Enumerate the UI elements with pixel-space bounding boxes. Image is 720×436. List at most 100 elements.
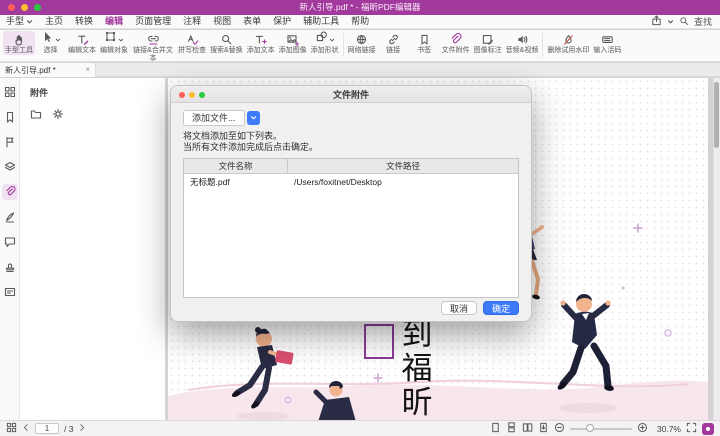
tool-add-shape[interactable]: 添加形状	[309, 31, 341, 55]
guide-icon[interactable]	[702, 423, 714, 435]
link-icon	[387, 32, 400, 46]
column-header-file-path: 文件路径	[288, 159, 518, 173]
bookmark-icon	[418, 32, 431, 46]
menu-comment[interactable]: 注释	[177, 15, 207, 28]
remove-watermark-icon	[562, 32, 575, 46]
stamps-panel-icon[interactable]	[2, 259, 18, 275]
search-icon[interactable]	[679, 16, 689, 28]
tool-edit-text[interactable]: 编辑文本	[66, 31, 98, 55]
page-thumbnails-icon[interactable]	[6, 422, 17, 435]
dialog-title: 文件附件	[333, 88, 369, 101]
dialog-close-button[interactable]	[179, 92, 185, 98]
scroll-view-icon[interactable]	[538, 422, 549, 435]
vertical-scrollbar[interactable]	[713, 78, 720, 420]
zoom-level-label: 30.7%	[653, 424, 681, 434]
image-annotation-icon	[481, 32, 494, 46]
tool-enter-activation-code[interactable]: 输入活码	[591, 31, 623, 55]
single-page-view-icon[interactable]	[490, 422, 501, 435]
attachment-settings-icon[interactable]	[52, 107, 64, 125]
menu-page-management[interactable]: 页面管理	[129, 15, 177, 28]
ok-button[interactable]: 确定	[483, 301, 519, 315]
zoom-slider[interactable]	[570, 428, 632, 430]
dialog-titlebar[interactable]: 文件附件	[171, 86, 531, 103]
tool-add-text[interactable]: 添加文本	[245, 31, 277, 55]
current-page-input[interactable]: 1	[35, 423, 59, 434]
thumbnails-panel-icon[interactable]	[2, 84, 18, 100]
tool-add-image[interactable]: 添加图像	[277, 31, 309, 55]
menu-view[interactable]: 视图	[207, 15, 237, 28]
add-file-button[interactable]: 添加文件...	[183, 110, 245, 126]
window-titlebar: 新人引导.pdf * - 福昕PDF编辑器	[0, 0, 720, 15]
tool-select[interactable]: 选择	[35, 31, 66, 55]
layers-panel-icon[interactable]	[2, 159, 18, 175]
find-label[interactable]: 查找	[694, 15, 712, 28]
toolbar-separator	[343, 33, 344, 57]
menu-form[interactable]: 表单	[237, 15, 267, 28]
scrollbar-thumb[interactable]	[714, 82, 719, 148]
document-tab[interactable]: 新人引导.pdf * ×	[0, 63, 96, 77]
toolbar-separator	[542, 33, 543, 57]
menu-hand-mode[interactable]: 手型	[0, 15, 39, 28]
tool-audio-video[interactable]: 音频&视频	[504, 31, 541, 55]
tool-file-attachment[interactable]: 文件附件	[440, 31, 472, 55]
menu-accessibility[interactable]: 辅助工具	[297, 15, 345, 28]
tool-bookmark[interactable]: 书签	[409, 31, 440, 55]
dialog-body: 添加文件... 将文档添加至如下列表。 当所有文件添加完成后点击确定。 文件名称…	[171, 103, 531, 322]
tool-link-merge-text[interactable]: 链接&合并文本	[130, 31, 176, 62]
bookmarks-panel-icon[interactable]	[2, 109, 18, 125]
add-image-icon	[286, 32, 299, 46]
file-attachment-dialog: 文件附件 添加文件... 将文档添加至如下列表。 当所有文件添加完成后点击确定。…	[170, 85, 532, 322]
attachments-panel-icon[interactable]	[2, 184, 18, 200]
destinations-panel-icon[interactable]	[2, 134, 18, 150]
paperclip-icon	[449, 32, 462, 46]
tool-web-link[interactable]: 网络链接	[346, 31, 378, 55]
fields-panel-icon[interactable]	[2, 284, 18, 300]
menu-convert[interactable]: 转换	[69, 15, 99, 28]
dialog-minimize-button[interactable]	[189, 92, 195, 98]
menu-home[interactable]: 主页	[39, 15, 69, 28]
minimize-window-button[interactable]	[21, 4, 28, 11]
zoom-window-button[interactable]	[34, 4, 41, 11]
close-window-button[interactable]	[8, 4, 15, 11]
menu-protect[interactable]: 保护	[267, 15, 297, 28]
tool-remove-trial-watermark[interactable]: 删除试用水印	[545, 31, 591, 55]
attachments-panel-title: 附件	[20, 78, 165, 99]
zoom-in-icon[interactable]	[637, 422, 648, 435]
zoom-slider-thumb[interactable]	[586, 424, 594, 432]
tool-search-replace[interactable]: 搜索&替换	[208, 31, 245, 55]
comments-panel-icon[interactable]	[2, 234, 18, 250]
tool-image-annotation[interactable]: 图像标注	[472, 31, 504, 55]
attachments-panel: 附件	[20, 78, 166, 420]
next-page-icon[interactable]	[78, 423, 86, 434]
chevron-down-icon	[55, 30, 61, 48]
link-merge-text-icon	[147, 32, 160, 46]
tool-link[interactable]: 链接	[378, 31, 409, 55]
add-file-dropdown[interactable]	[247, 111, 260, 125]
facing-view-icon[interactable]	[522, 422, 533, 435]
signature-panel-icon[interactable]	[2, 209, 18, 225]
purple-outline-square	[364, 324, 394, 359]
tab-close-icon[interactable]: ×	[85, 66, 90, 74]
tool-hand[interactable]: 手型工具	[3, 31, 35, 55]
chevron-down-icon[interactable]	[667, 17, 674, 27]
menu-edit[interactable]: 编辑	[99, 15, 129, 28]
attachment-open-icon[interactable]	[30, 107, 42, 125]
foxit-pdf-editor-window: 新人引导.pdf * - 福昕PDF编辑器 手型 主页 转换 编辑 页面管理 注…	[0, 0, 720, 436]
statusbar: 1 / 3 30.7%	[0, 420, 720, 436]
share-icon[interactable]	[651, 15, 662, 28]
zoom-out-icon[interactable]	[554, 422, 565, 435]
table-row[interactable]: 无标题.pdf /Users/foxitnet/Desktop	[184, 174, 518, 189]
continuous-view-icon[interactable]	[506, 422, 517, 435]
menu-help[interactable]: 帮助	[345, 15, 375, 28]
edit-text-icon	[76, 32, 89, 46]
fullscreen-icon[interactable]	[686, 422, 697, 435]
navigation-panel-strip	[0, 78, 20, 420]
tool-spell-check[interactable]: 拼写检查	[176, 31, 208, 55]
attachment-file-table: 文件名称 文件路径 无标题.pdf /Users/foxitnet/Deskto…	[183, 158, 519, 298]
cancel-button[interactable]: 取消	[441, 301, 477, 315]
previous-page-icon[interactable]	[22, 423, 30, 434]
dialog-zoom-button[interactable]	[199, 92, 205, 98]
web-link-icon	[355, 32, 368, 46]
file-name-cell: 无标题.pdf	[184, 176, 288, 188]
tool-edit-object[interactable]: 编辑对象	[98, 31, 130, 55]
